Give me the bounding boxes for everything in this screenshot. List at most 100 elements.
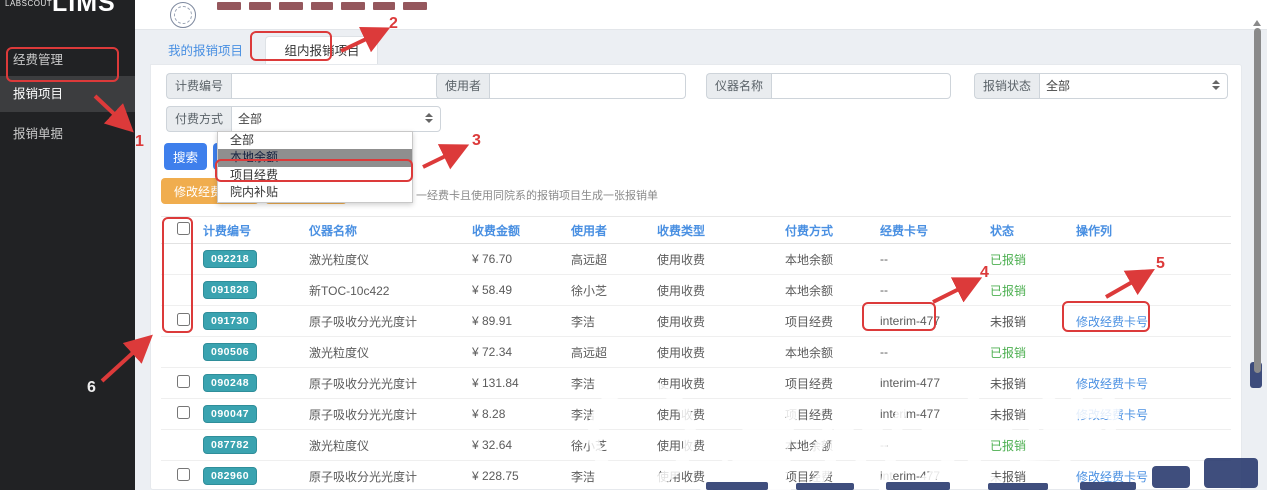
select-arrows-icon [1212,80,1220,90]
sidebar-item-funds-management[interactable]: 经费管理 [0,44,135,76]
search-button[interactable]: 搜索 [164,143,207,170]
page-header [135,0,1267,30]
funds-card-no-cell: -- [874,283,984,297]
instrument-label: 仪器名称 [706,73,771,99]
billing-no-badge: 091828 [203,281,257,299]
fee-type-cell: 使用收费 [651,468,779,485]
instrument-input[interactable] [771,73,951,99]
tab-my-reimbursement-projects[interactable]: 我的报销项目 [150,37,261,65]
logo-text-large: LIMS [52,0,116,18]
pay-method-cell: 本地余额 [779,344,874,361]
fee-type-cell: 使用收费 [651,282,779,299]
modify-card-link[interactable]: 修改经费卡号 [1076,377,1148,391]
status-text-cell: 未报销 [984,406,1070,423]
status-text-cell: 未报销 [984,375,1070,392]
status-badge: 未报销 [990,470,1026,484]
status-text-cell: 已报销 [984,437,1070,454]
fee-type-cell: 使用收费 [651,437,779,454]
modify-card-link[interactable]: 修改经费卡号 [1076,315,1148,329]
fee-amount-cell: ¥ 8.28 [466,407,565,421]
sidebar-item-reimbursement-projects[interactable]: 报销项目 [0,76,135,112]
select-all-checkbox[interactable] [177,222,190,235]
status-badge: 未报销 [990,377,1026,391]
billing-no-cell: 090248 [197,374,303,392]
table-body: 092218激光粒度仪¥ 76.70高远超使用收费本地余额--已报销091828… [161,244,1231,490]
row-checkbox[interactable] [177,468,190,481]
content-card: 计费编号 使用者 仪器名称 报销状态 全部 付费方式 全部 [150,64,1242,490]
row-checkbox[interactable] [177,313,190,326]
instrument-name-cell: 新TOC-10c422 [303,282,466,299]
funds-card-no-cell: -- [874,252,984,266]
pay-method-cell: 本地余额 [779,251,874,268]
billing-no-badge: 090248 [203,374,257,392]
fee-type-cell: 使用收费 [651,313,779,330]
fee-type-cell: 使用收费 [651,375,779,392]
fee-type-cell: 使用收费 [651,406,779,423]
status-select[interactable]: 全部 [1039,73,1228,99]
sidebar-nav: 经费管理 报销项目 报销单据 [0,26,135,150]
dropdown-option-project-funds[interactable]: 项目经费 [218,167,412,184]
pay-method-select[interactable]: 全部 [231,106,441,132]
dropdown-option-local-balance[interactable]: 本地余额 [218,149,412,166]
scrollbar-thumb[interactable] [1254,28,1261,373]
table-row: 087782激光粒度仪¥ 32.64徐小芝使用收费本地余额--已报销 [161,430,1231,461]
funds-card-no-cell: interim-477 [874,407,984,421]
dropdown-option-internal-subsidy[interactable]: 院内补贴 [218,184,412,201]
clipped-title-fragment [403,2,427,10]
fee-type-cell: 使用收费 [651,251,779,268]
billing-no-badge: 090506 [203,343,257,361]
pay-method-dropdown-menu: 全部 本地余额 项目经费 院内补贴 [217,131,413,203]
fee-type-cell: 使用收费 [651,344,779,361]
sidebar-item-reimbursement-documents[interactable]: 报销单据 [0,118,135,150]
dropdown-option-all[interactable]: 全部 [218,132,412,149]
pay-method-label: 付费方式 [166,106,231,132]
status-text-cell: 未报销 [984,468,1070,485]
modify-card-link[interactable]: 修改经费卡号 [1076,408,1148,422]
billing-no-input[interactable] [231,73,456,99]
user-input[interactable] [489,73,686,99]
fee-amount-cell: ¥ 89.91 [466,314,565,328]
pay-method-cell: 项目经费 [779,468,874,485]
status-text-cell: 已报销 [984,282,1070,299]
table-row: 091730原子吸收分光光度计¥ 89.91李洁使用收费项目经费interim-… [161,306,1231,337]
billing-no-badge: 091730 [203,312,257,330]
modify-card-link-cell: 修改经费卡号 [1070,468,1231,485]
scrollbar-up-icon[interactable] [1253,20,1261,26]
billing-no-cell: 091730 [197,312,303,330]
fee-amount-cell: ¥ 32.64 [466,438,565,452]
fee-amount-cell: ¥ 76.70 [466,252,565,266]
billing-no-badge: 090047 [203,405,257,423]
status-badge: 已报销 [990,346,1026,360]
checkbox-cell [161,313,197,329]
checkbox-cell [161,468,197,484]
column-header: 操作列 [1070,222,1231,239]
column-header: 经费卡号 [874,222,984,239]
fee-amount-cell: ¥ 58.49 [466,283,565,297]
modify-card-link-cell: 修改经费卡号 [1070,406,1231,423]
fee-amount-cell: ¥ 72.34 [466,345,565,359]
instrument-name-cell: 激光粒度仪 [303,344,466,361]
row-checkbox[interactable] [177,406,190,419]
status-badge: 已报销 [990,439,1026,453]
reimbursement-table: 计费编号仪器名称收费金额使用者收费类型付费方式经费卡号状态操作列 092218激… [161,216,1231,490]
clipped-title-fragment [373,2,395,10]
column-header: 状态 [984,222,1070,239]
column-header: 仪器名称 [303,222,466,239]
table-row: 091828新TOC-10c422¥ 58.49徐小芝使用收费本地余额--已报销 [161,275,1231,306]
modify-card-link[interactable]: 修改经费卡号 [1076,470,1148,484]
status-text-cell: 已报销 [984,251,1070,268]
table-row: 090047原子吸收分光光度计¥ 8.28李洁使用收费项目经费interim-4… [161,399,1231,430]
billing-no-cell: 090506 [197,343,303,361]
user-name-cell: 徐小芝 [565,282,651,299]
row-checkbox[interactable] [177,375,190,388]
funds-card-no-cell: -- [874,438,984,452]
user-name-cell: 高远超 [565,251,651,268]
instrument-name-cell: 激光粒度仪 [303,251,466,268]
user-name-cell: 徐小芝 [565,437,651,454]
pay-method-cell: 本地余额 [779,437,874,454]
university-seal-logo [170,2,196,28]
tab-group-reimbursement-projects[interactable]: 组内报销项目 [265,36,378,64]
clipped-title-fragment [217,2,241,10]
billing-no-badge: 082960 [203,467,257,485]
column-header: 收费金额 [466,222,565,239]
